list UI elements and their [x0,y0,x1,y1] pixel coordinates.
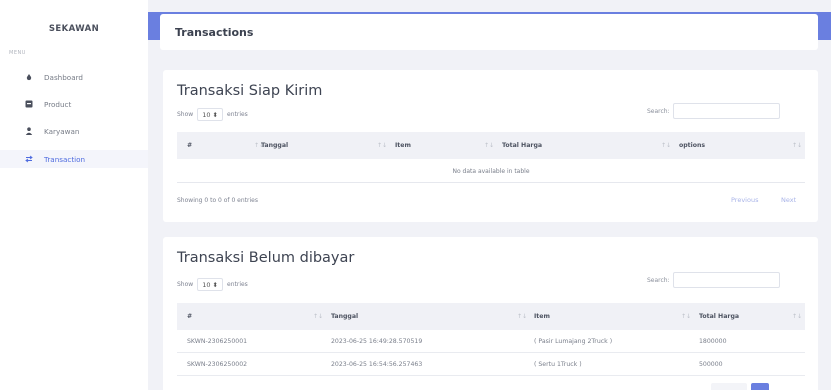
search-control: Search: [647,272,780,288]
header-bar: Transactions [160,14,818,50]
table-row: SKWN-2306250002 2023-06-25 16:54:56.2574… [177,354,805,376]
table-row: SKWN-2306250001 2023-06-25 16:49:28.5705… [177,331,805,353]
sidebar-item-karyawan[interactable]: Karyawan [0,122,148,140]
menu-section-label: MENU [9,50,26,56]
empty-table-message: No data available in table [177,161,805,183]
sort-icon: ↑↓ [517,313,528,320]
card-title: Transaksi Belum dibayar [177,250,355,266]
column-header[interactable]: Item [395,132,411,159]
sidebar-item-label: Transaction [44,154,86,164]
search-label: Search: [647,107,670,115]
previous-button[interactable]: Previous [731,196,758,204]
sidebar: SEKAWAN MENU Dashboard Product Karyawan … [0,0,148,390]
show-label: Show [177,281,194,288]
entries-select[interactable]: 10 ⬍ [197,108,223,121]
entries-control: Show 10 ⬍ entries [177,278,248,291]
sort-icon: ↑↓ [661,142,672,149]
page-1-button[interactable] [751,383,769,390]
sidebar-item-product[interactable]: Product [0,95,148,113]
search-label: Search: [647,276,670,284]
cell-total: 1800000 [699,338,727,345]
entries-select[interactable]: 10 ⬍ [197,278,223,291]
cell-id: SKWN-2306250001 [187,338,248,345]
sidebar-item-dashboard[interactable]: Dashboard [0,68,148,86]
page-title: Transactions [175,26,254,39]
brand-logo: SEKAWAN [48,24,100,34]
table-header: # ↑↓ Tanggal ↑↓ Item ↑↓ Total Harga ↑↓ o… [177,132,805,159]
entries-label: entries [227,111,248,118]
table-header: # ↑↓ Tanggal ↑↓ Item ↑↓ Total Harga ↑↓ [177,303,805,330]
sidebar-item-label: Karyawan [44,126,80,136]
dashboard-icon [25,73,33,81]
cell-tanggal: 2023-06-25 16:54:56.257463 [331,361,423,368]
sort-icon: ↑↓ [792,313,803,320]
sidebar-item-transaction[interactable]: Transaction [0,150,148,168]
entries-control: Show 10 ⬍ entries [177,108,248,121]
search-input[interactable] [672,103,780,119]
column-header[interactable]: Total Harga [699,303,739,330]
siap-kirim-card: Transaksi Siap Kirim Show 10 ⬍ entries S… [163,70,818,222]
column-header[interactable]: # [187,303,192,330]
column-header[interactable]: Total Harga [502,132,542,159]
belum-dibayar-card: Transaksi Belum dibayar Show 10 ⬍ entrie… [163,237,818,390]
cell-tanggal: 2023-06-25 16:49:28.570519 [331,338,423,345]
column-header[interactable]: # [187,132,192,159]
previous-button[interactable] [711,383,747,390]
sort-icon: ↑↓ [377,142,388,149]
sort-icon: ↑↓ [313,313,324,320]
card-title: Transaksi Siap Kirim [177,83,323,99]
search-control: Search: [647,103,780,119]
cell-item: ( Pasir Lumajang 2Truck ) [534,338,613,345]
cell-item: ( Sertu 1Truck ) [534,361,582,368]
sidebar-item-label: Dashboard [44,72,83,82]
search-input[interactable] [672,272,780,288]
sidebar-item-label: Product [44,99,72,109]
column-header[interactable]: Tanggal [261,132,288,159]
sort-icon: ↑↓ [484,142,495,149]
column-header[interactable]: options [679,132,705,159]
show-label: Show [177,111,194,118]
cell-id: SKWN-2306250002 [187,361,248,368]
sort-icon: ↑↓ [792,142,803,149]
product-icon [25,100,33,108]
user-icon [25,127,33,135]
table-info: Showing 0 to 0 of 0 entries [177,197,258,204]
entries-label: entries [227,281,248,288]
sort-icon: ↑↓ [681,313,692,320]
column-header[interactable]: Tanggal [331,303,358,330]
transaction-icon [25,155,33,163]
next-button[interactable]: Next [781,196,796,204]
column-header[interactable]: Item [534,303,550,330]
cell-total: 500000 [699,361,723,368]
